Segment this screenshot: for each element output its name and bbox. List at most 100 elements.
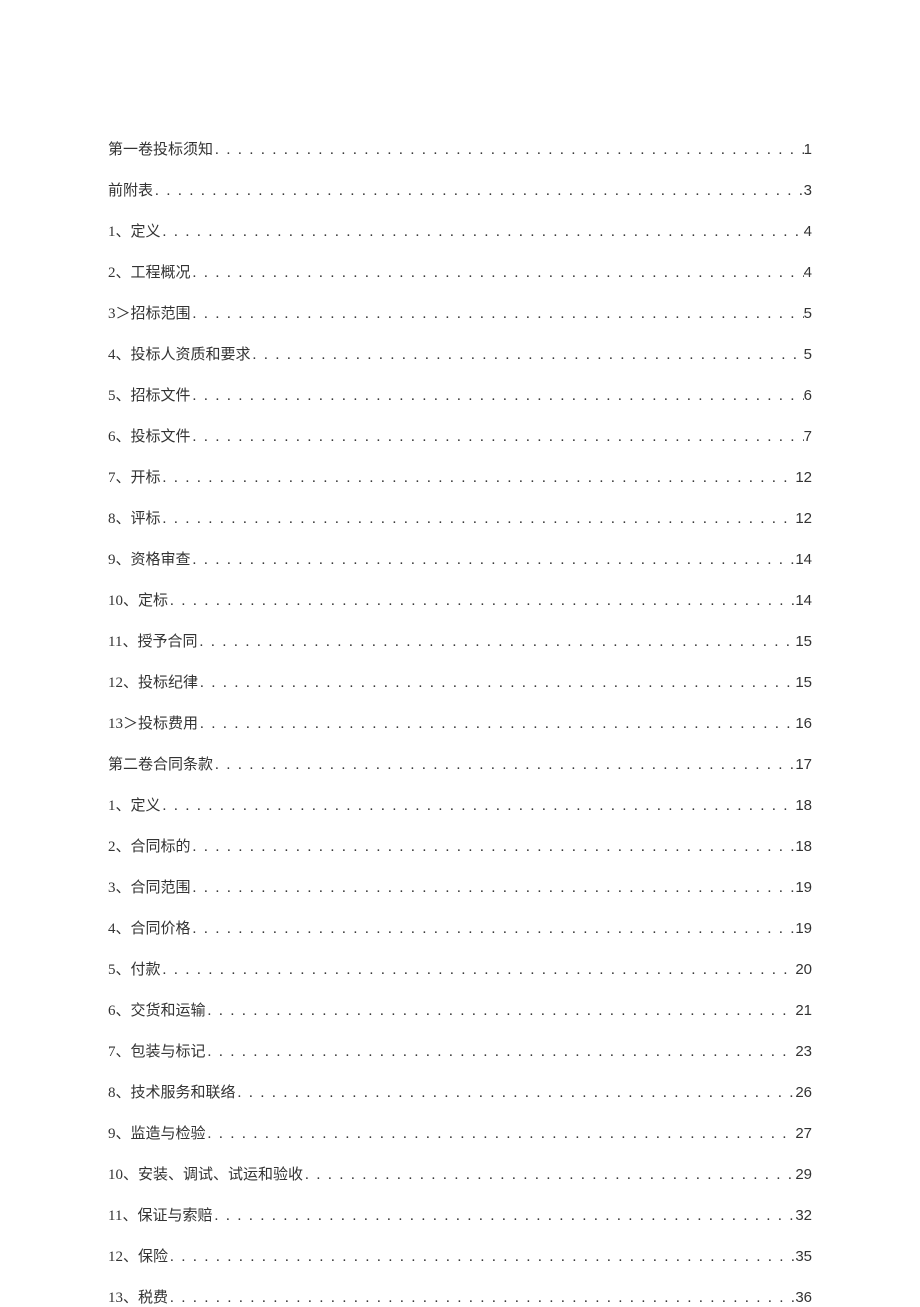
- toc-label: 10、安装、调试、试运和验收: [108, 1163, 303, 1184]
- toc-label: 7、包装与标记: [108, 1040, 206, 1061]
- toc-entry: 9、监造与检验 27: [108, 1122, 812, 1143]
- toc-entry: 12、保险 35: [108, 1245, 812, 1266]
- toc-leader-dots: [303, 1167, 795, 1184]
- toc-entry: 7、开标 12: [108, 466, 812, 487]
- toc-entry: 2、工程概况 4: [108, 261, 812, 282]
- toc-leader-dots: [236, 1085, 796, 1102]
- toc-entry: 9、资格审查 14: [108, 548, 812, 569]
- toc-label: 13、税费: [108, 1286, 168, 1307]
- toc-page-number: 7: [804, 428, 812, 445]
- toc-leader-dots: [212, 1208, 795, 1225]
- toc-page-number: 15: [795, 674, 812, 691]
- toc-leader-dots: [191, 429, 804, 446]
- toc-label: 10、定标: [108, 589, 168, 610]
- table-of-contents: 第一卷投标须知 1 前附表 3 1、定义 4 2、工程概况 4 3＞招标范围 5 4、投标人资质和要…: [108, 138, 812, 1307]
- toc-entry: 4、合同价格 19: [108, 917, 812, 938]
- toc-page-number: 18: [795, 797, 812, 814]
- toc-page-number: 29: [795, 1166, 812, 1183]
- toc-leader-dots: [213, 142, 804, 159]
- toc-label: 6、投标文件: [108, 425, 191, 446]
- toc-page-number: 14: [795, 592, 812, 609]
- toc-leader-dots: [191, 388, 804, 405]
- toc-page-number: 17: [795, 756, 812, 773]
- toc-label: 6、交货和运输: [108, 999, 206, 1020]
- toc-entry: 10、安装、调试、试运和验收 29: [108, 1163, 812, 1184]
- toc-label: 12、保险: [108, 1245, 168, 1266]
- toc-label: 8、评标: [108, 507, 161, 528]
- toc-label: 第一卷投标须知: [108, 138, 213, 159]
- toc-label: 前附表: [108, 179, 153, 200]
- toc-page-number: 12: [795, 469, 812, 486]
- toc-label: 1、定义: [108, 794, 161, 815]
- toc-label: 4、合同价格: [108, 917, 191, 938]
- toc-entry: 前附表 3: [108, 179, 812, 200]
- toc-leader-dots: [206, 1126, 796, 1143]
- toc-leader-dots: [213, 757, 795, 774]
- toc-entry: 11、授予合同15: [108, 630, 812, 651]
- toc-label: 4、投标人资质和要求: [108, 343, 251, 364]
- toc-page-number: 18: [795, 838, 812, 855]
- toc-entry: 13＞投标费用 16: [108, 712, 812, 733]
- toc-label: 8、技术服务和联络: [108, 1081, 236, 1102]
- toc-page-number: 23: [795, 1043, 812, 1060]
- toc-entry: 12、投标纪律 15: [108, 671, 812, 692]
- toc-page-number: 19: [795, 920, 812, 937]
- toc-entry: 8、评标 12: [108, 507, 812, 528]
- toc-leader-dots: [251, 347, 804, 364]
- toc-label: 3＞招标范围: [108, 302, 191, 323]
- toc-label: 1、定义: [108, 220, 161, 241]
- toc-entry: 5、付款 20: [108, 958, 812, 979]
- toc-entry: 1、定义 18: [108, 794, 812, 815]
- toc-page-number: 5: [804, 305, 812, 322]
- toc-entry: 8、技术服务和联络 26: [108, 1081, 812, 1102]
- toc-label: 7、开标: [108, 466, 161, 487]
- toc-entry: 6、交货和运输21: [108, 999, 812, 1020]
- toc-leader-dots: [206, 1003, 796, 1020]
- toc-page-number: 20: [795, 961, 812, 978]
- toc-label: 9、监造与检验: [108, 1122, 206, 1143]
- toc-label: 3、合同范围: [108, 876, 191, 897]
- toc-page-number: 6: [804, 387, 812, 404]
- toc-entry: 第二卷合同条款 17: [108, 753, 812, 774]
- toc-leader-dots: [191, 921, 796, 938]
- toc-label: 13＞投标费用: [108, 712, 198, 733]
- toc-entry: 第一卷投标须知 1: [108, 138, 812, 159]
- toc-label: 2、工程概况: [108, 261, 191, 282]
- toc-page-number: 4: [804, 264, 812, 281]
- toc-label: 2、合同标的: [108, 835, 191, 856]
- toc-leader-dots: [191, 839, 796, 856]
- toc-label: 5、付款: [108, 958, 161, 979]
- toc-page-number: 15: [795, 633, 812, 650]
- toc-leader-dots: [168, 1290, 795, 1307]
- toc-entry: 4、投标人资质和要求5: [108, 343, 812, 364]
- toc-leader-dots: [161, 962, 796, 979]
- toc-page-number: 16: [795, 715, 812, 732]
- toc-label: 9、资格审查: [108, 548, 191, 569]
- toc-page-number: 35: [795, 1248, 812, 1265]
- toc-page-number: 3: [804, 182, 812, 199]
- toc-leader-dots: [161, 511, 796, 528]
- toc-leader-dots: [206, 1044, 796, 1061]
- toc-label: 11、保证与索赔: [108, 1204, 212, 1225]
- toc-page-number: 26: [795, 1084, 812, 1101]
- toc-leader-dots: [168, 593, 795, 610]
- toc-page-number: 19: [795, 879, 812, 896]
- toc-page-number: 27: [795, 1125, 812, 1142]
- toc-page-number: 1: [804, 141, 812, 158]
- toc-entry: 2、合同标的 18: [108, 835, 812, 856]
- toc-entry: 5、招标文件6: [108, 384, 812, 405]
- toc-label: 第二卷合同条款: [108, 753, 213, 774]
- toc-entry: 11、保证与索赔32: [108, 1204, 812, 1225]
- toc-leader-dots: [198, 675, 795, 692]
- toc-leader-dots: [161, 798, 796, 815]
- toc-page-number: 4: [804, 223, 812, 240]
- toc-entry: 7、包装与标记 23: [108, 1040, 812, 1061]
- toc-leader-dots: [153, 183, 804, 200]
- toc-entry: 6、投标文件 7: [108, 425, 812, 446]
- toc-leader-dots: [191, 552, 796, 569]
- toc-leader-dots: [191, 306, 804, 323]
- toc-label: 12、投标纪律: [108, 671, 198, 692]
- toc-leader-dots: [161, 224, 804, 241]
- toc-page-number: 14: [795, 551, 812, 568]
- toc-page-number: 12: [795, 510, 812, 527]
